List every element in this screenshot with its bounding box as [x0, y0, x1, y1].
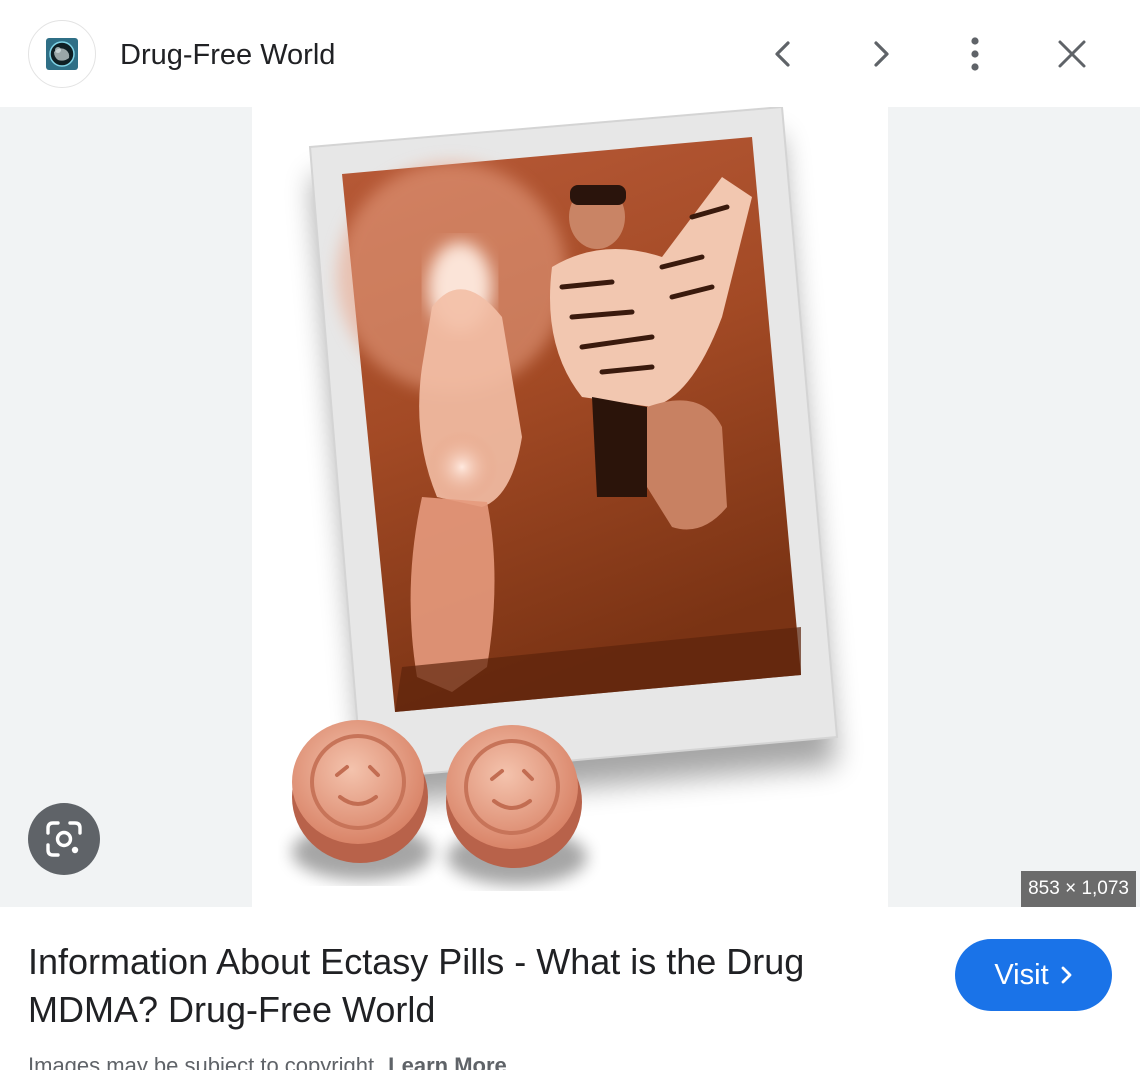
google-lens-icon [46, 821, 82, 857]
chevron-left-icon [775, 41, 790, 67]
preview-image-graphic [292, 107, 839, 885]
more-options-button[interactable] [948, 27, 1002, 81]
learn-more-link[interactable]: Learn More [388, 1053, 507, 1070]
copyright-notice: Images may be subject to copyright. Learn… [28, 1052, 507, 1070]
image-stage: 853 × 1,073 [0, 107, 1140, 907]
drug-free-world-globe-icon [46, 38, 78, 70]
result-title[interactable]: Information About Ectasy Pills - What is… [28, 938, 888, 1034]
visit-button-label: Visit [994, 958, 1049, 991]
preview-image[interactable] [252, 107, 888, 907]
previous-image-button[interactable] [757, 27, 811, 81]
close-icon [1058, 40, 1086, 68]
visit-button[interactable]: Visit [955, 939, 1112, 1011]
next-image-button[interactable] [853, 27, 907, 81]
image-dimensions-badge: 853 × 1,073 [1021, 871, 1136, 907]
more-vert-icon [971, 37, 979, 71]
close-button[interactable] [1045, 27, 1099, 81]
copyright-text: Images may be subject to copyright. [28, 1053, 381, 1070]
source-name[interactable]: Drug-Free World [120, 36, 335, 74]
site-favicon[interactable] [28, 20, 96, 88]
viewer-header: Drug-Free World [0, 0, 1140, 107]
google-lens-button[interactable] [28, 803, 100, 875]
chevron-right-icon [874, 41, 889, 67]
image-viewer-panel: Drug-Free World 853 × 1,073 Information … [0, 0, 1140, 1070]
chevron-right-icon [1061, 966, 1072, 984]
